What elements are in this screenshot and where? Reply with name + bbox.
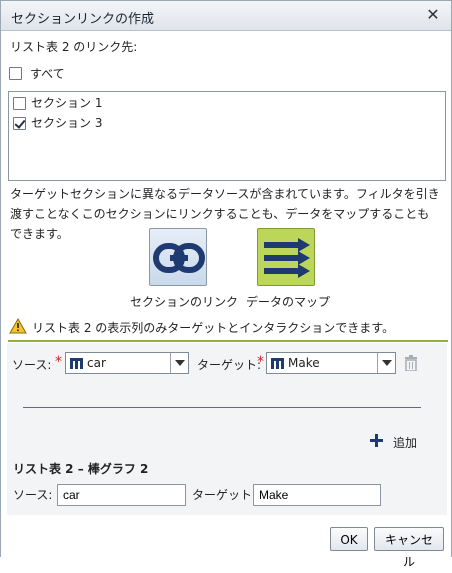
chevron-down-icon[interactable]: [377, 353, 395, 373]
source-combo[interactable]: car: [65, 352, 189, 374]
chain-link-icon: [153, 243, 205, 273]
link-target-label: リスト表 2 のリンク先:: [10, 40, 138, 54]
required-marker: *: [55, 354, 62, 370]
cancel-button[interactable]: キャンセル: [374, 527, 444, 569]
section-1-label: セクション 1: [31, 96, 103, 110]
target-combo-value: Make: [288, 356, 320, 370]
trash-icon[interactable]: [404, 355, 418, 371]
link-section-button[interactable]: [149, 228, 207, 286]
link-section-label: セクションのリンク: [130, 295, 239, 309]
close-icon[interactable]: ✕: [423, 5, 443, 25]
chevron-down-icon[interactable]: [170, 353, 188, 373]
detail-source-field[interactable]: [57, 484, 186, 506]
required-marker: *: [257, 354, 264, 370]
mapping-divider: [23, 407, 421, 408]
mapping-panel: ソース: * car ターゲット: * Make 追加 リスト表 2 – 棒グラ…: [7, 343, 447, 515]
source-combo-value: car: [87, 356, 106, 370]
source-label: ソース:: [12, 358, 52, 372]
warning-text: リスト表 2 の表示列のみターゲットとインタラクションできます。: [32, 321, 395, 335]
table-icon: [70, 358, 83, 369]
detail-heading: リスト表 2 – 棒グラフ 2: [13, 462, 149, 476]
dialog-title: セクションリンクの作成: [11, 12, 155, 27]
divider: [8, 340, 448, 342]
all-checkbox-label: すべて: [30, 67, 65, 81]
all-checkbox[interactable]: [9, 67, 22, 80]
add-button[interactable]: 追加: [370, 433, 430, 451]
table-icon: [271, 358, 284, 369]
map-data-button[interactable]: [257, 228, 315, 286]
section-1-checkbox[interactable]: [13, 97, 26, 110]
section-3-label: セクション 3: [31, 116, 103, 130]
target-label: ターゲット:: [197, 358, 262, 372]
section-3-checkbox[interactable]: [13, 117, 26, 130]
arrows-right-icon: [264, 238, 310, 278]
title-bar: セクションリンクの作成 ✕: [1, 1, 451, 31]
detail-source-label: ソース:: [13, 488, 53, 502]
target-combo[interactable]: Make: [266, 352, 396, 374]
detail-target-field[interactable]: [253, 484, 381, 506]
section-list: セクション 1 セクション 3: [8, 91, 446, 181]
warning-icon: [9, 318, 27, 334]
map-data-label: データのマップ: [246, 295, 331, 309]
dialog-window: セクションリンクの作成 ✕ リスト表 2 のリンク先: すべて セクション 1 …: [0, 0, 452, 569]
warning-row: リスト表 2 の表示列のみターゲットとインタラクションできます。: [8, 315, 448, 339]
detail-target-label: ターゲット:: [192, 488, 257, 502]
add-label: 追加: [393, 436, 418, 450]
ok-button[interactable]: OK: [330, 527, 368, 551]
plus-icon: [370, 434, 383, 447]
info-text: ターゲットセクションに異なるデータソースが含まれています。フィルタを引き渡すこと…: [10, 187, 440, 241]
